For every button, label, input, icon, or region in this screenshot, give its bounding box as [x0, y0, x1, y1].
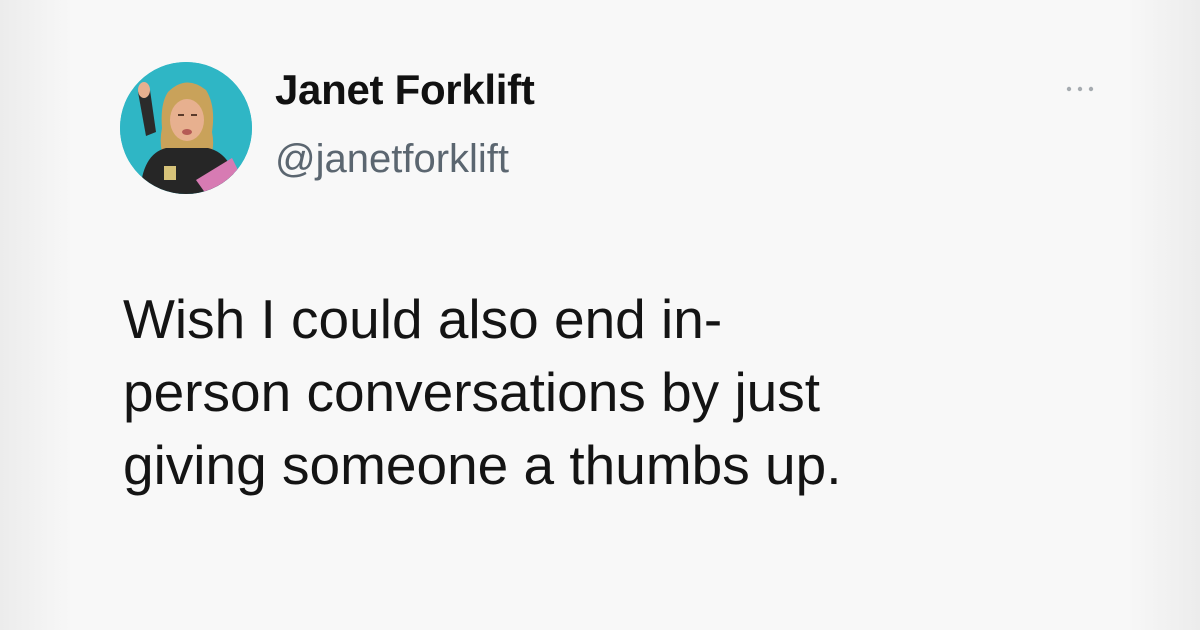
avatar[interactable] [120, 62, 252, 194]
tweet-text-line: giving someone a thumbs up. [123, 434, 842, 496]
more-options-button[interactable] [1058, 74, 1102, 104]
tweet-text-line: person conversations by just [123, 361, 821, 423]
more-dots-icon [1066, 86, 1094, 92]
author-display-name[interactable]: Janet Forklift [275, 66, 535, 114]
tweet-text: Wish I could also end in- person convers… [123, 283, 1113, 502]
author-handle[interactable]: @janetforklift [275, 137, 509, 182]
tweet-text-line: Wish I could also end in- [123, 288, 723, 350]
avatar-photo [120, 62, 252, 194]
page: Janet Forklift @janetforklift Wish I cou… [0, 0, 1200, 630]
